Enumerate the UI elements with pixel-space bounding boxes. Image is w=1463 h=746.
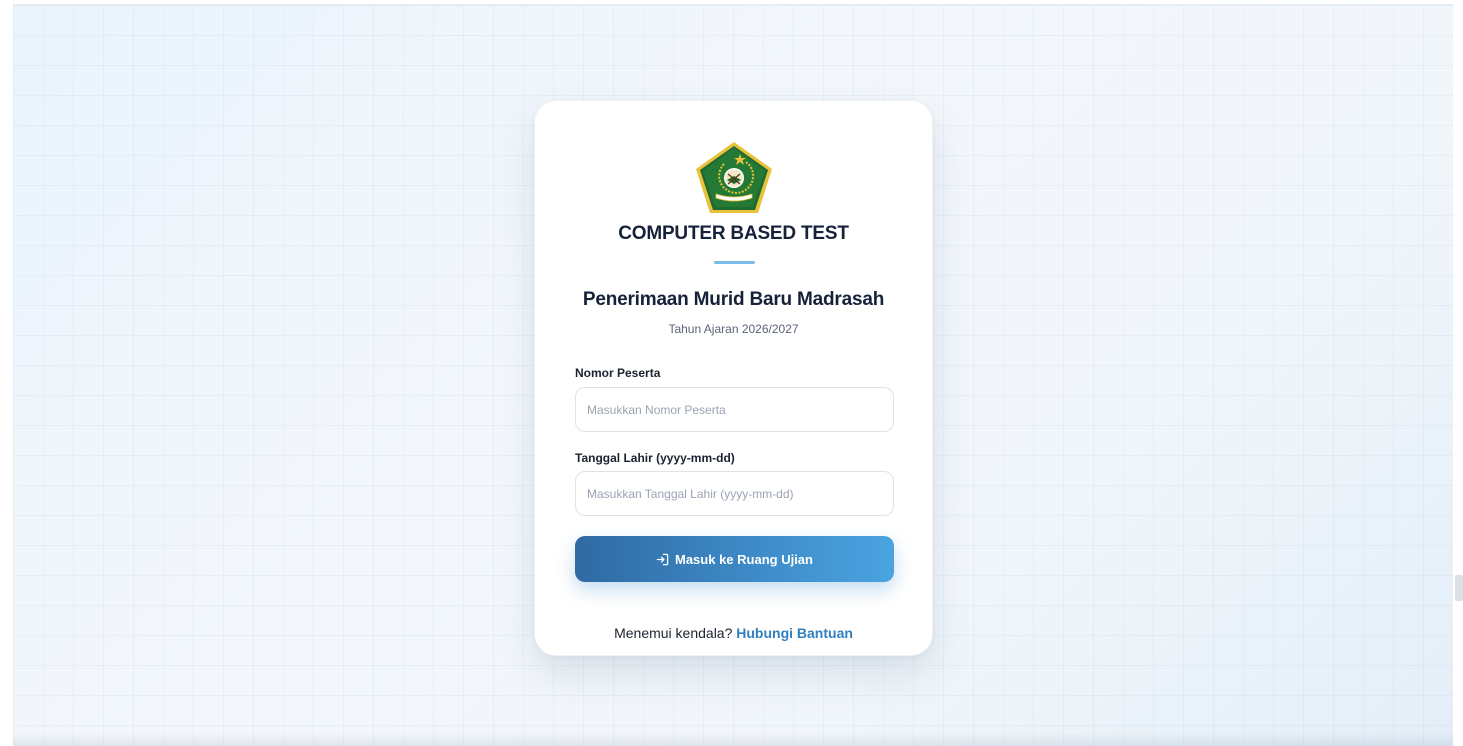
bottom-shadow — [13, 732, 1453, 746]
participant-number-label: Nomor Peserta — [575, 366, 661, 380]
help-prompt: Menemui kendala? — [614, 625, 733, 641]
help-line: Menemui kendala? Hubungi Bantuan — [535, 625, 932, 641]
login-icon — [656, 553, 669, 565]
title-divider — [714, 261, 755, 264]
birth-date-input[interactable] — [575, 471, 894, 516]
birth-date-label: Tanggal Lahir (yyyy-mm-dd) — [575, 451, 735, 465]
kemenag-logo — [696, 142, 772, 213]
scrollbar-thumb[interactable] — [1455, 575, 1463, 601]
enter-exam-button[interactable]: Masuk ke Ruang Ujian — [575, 536, 894, 582]
page-heading: Penerimaan Murid Baru Madrasah — [582, 289, 885, 310]
academic-year: Tahun Ajaran 2026/2027 — [668, 322, 799, 336]
login-card: COMPUTER BASED TEST Penerimaan Murid Bar… — [534, 100, 933, 656]
participant-number-input[interactable] — [575, 387, 894, 432]
contact-help-link[interactable]: Hubungi Bantuan — [736, 625, 853, 641]
app-title: COMPUTER BASED TEST — [618, 223, 849, 244]
enter-exam-label: Masuk ke Ruang Ujian — [675, 551, 813, 567]
